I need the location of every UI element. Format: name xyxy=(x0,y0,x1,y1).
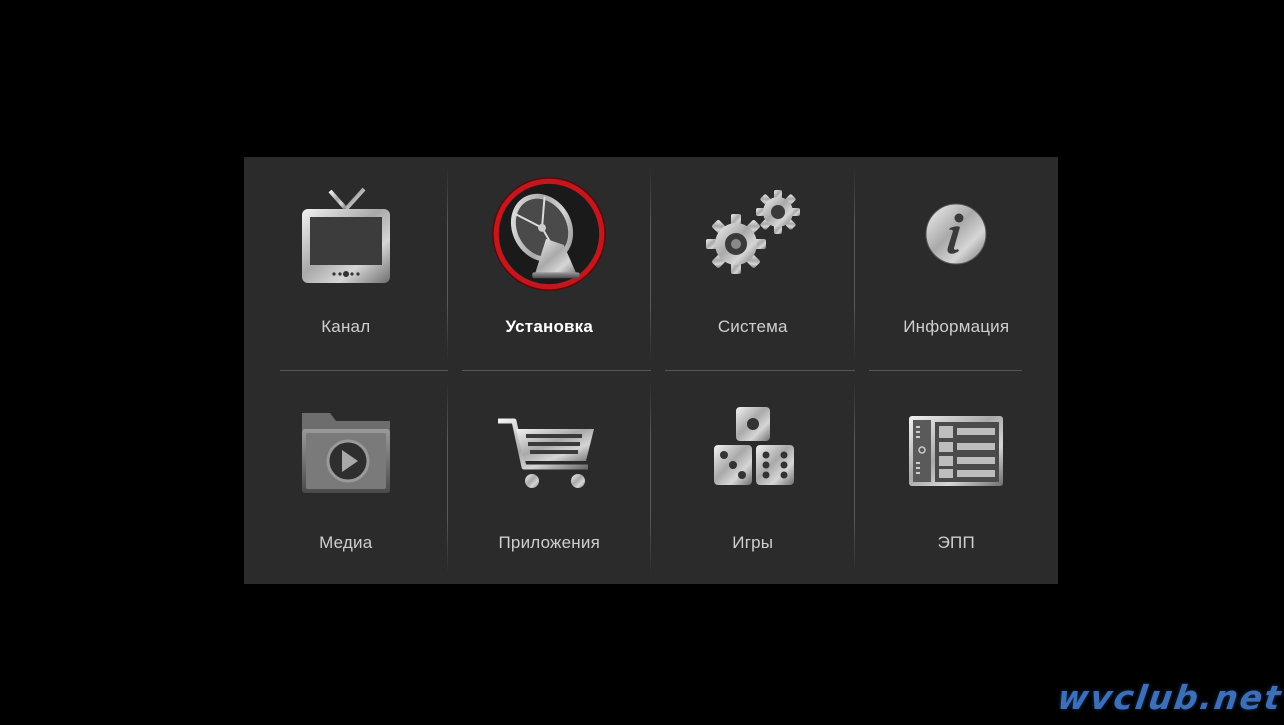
info-icon xyxy=(896,171,1016,297)
menu-item-epg[interactable]: ЭПП xyxy=(855,371,1059,585)
menu-item-media[interactable]: Медиа xyxy=(244,371,448,585)
tv-icon xyxy=(286,171,406,297)
media-folder-icon xyxy=(286,391,406,511)
shopping-cart-icon xyxy=(489,391,609,511)
menu-item-label: Приложения xyxy=(498,532,600,552)
menu-item-info[interactable]: Информация xyxy=(855,157,1059,371)
epg-guide-icon xyxy=(896,391,1016,511)
menu-item-channel[interactable]: Канал xyxy=(244,157,448,371)
menu-item-setup[interactable]: Установка xyxy=(448,157,652,371)
menu-item-system[interactable]: Система xyxy=(651,157,855,371)
menu-item-games[interactable]: Игры xyxy=(651,371,855,585)
menu-item-label: Система xyxy=(717,317,788,336)
menu-item-label: ЭПП xyxy=(937,532,975,552)
menu-item-label: Канал xyxy=(321,317,371,336)
main-menu-panel: Канал Установка Система Информация Медиа… xyxy=(244,157,1058,584)
gears-icon xyxy=(693,171,813,297)
menu-item-label: Медиа xyxy=(319,532,373,552)
satellite-dish-icon xyxy=(489,171,609,297)
menu-item-apps[interactable]: Приложения xyxy=(448,371,652,585)
watermark-logo: wvclub.net xyxy=(1055,678,1284,717)
dice-icon xyxy=(693,391,813,511)
menu-item-label: Информация xyxy=(903,317,1010,336)
menu-item-label: Установка xyxy=(505,317,594,336)
menu-item-label: Игры xyxy=(732,532,774,552)
screen: Канал Установка Система Информация Медиа… xyxy=(0,0,1284,725)
